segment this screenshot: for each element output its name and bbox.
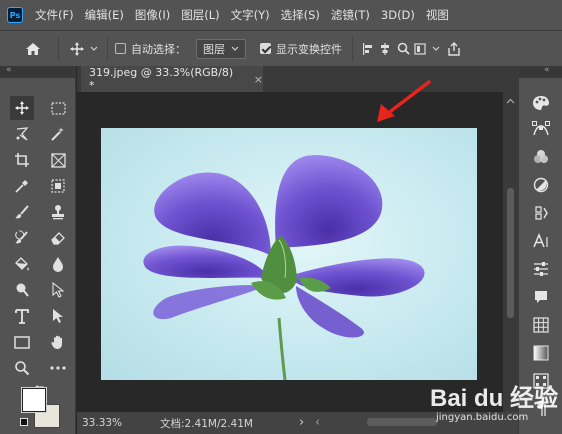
adjustments-icon[interactable] <box>529 174 553 196</box>
menu-3d[interactable]: 3D(D) <box>381 8 415 22</box>
menu-select[interactable]: 选择(S) <box>281 7 320 23</box>
chevron-down-icon[interactable] <box>428 38 444 60</box>
collapse-arrows-icon[interactable]: « <box>544 65 550 75</box>
hand-tool-icon[interactable] <box>46 330 70 354</box>
auto-select-target-dropdown[interactable]: 图层 <box>196 38 246 59</box>
rectangle-tool-icon[interactable] <box>10 330 34 354</box>
swatches-grid-icon[interactable] <box>529 314 553 336</box>
history-brush-tool-icon[interactable] <box>10 226 34 250</box>
dodge-tool-icon[interactable] <box>10 278 34 302</box>
curves-path-icon[interactable] <box>529 118 553 140</box>
chevron-down-icon <box>231 46 239 51</box>
options-bar: 自动选择： 图层 显示变换控件 <box>0 30 562 66</box>
flower-photo <box>101 128 477 380</box>
vertical-scroll-thumb[interactable] <box>507 188 514 318</box>
scroll-left-icon[interactable]: ‹ <box>315 415 320 430</box>
document-tab[interactable]: 319.jpeg @ 33.3%(RGB/8) * × <box>81 66 263 92</box>
character-icon[interactable] <box>529 230 553 252</box>
status-menu-arrow[interactable]: › <box>299 415 304 430</box>
auto-select-target-value: 图层 <box>203 42 225 56</box>
chevron-down-icon[interactable] <box>88 38 100 60</box>
lasso-tool-icon[interactable] <box>10 122 34 146</box>
auto-select-checkbox[interactable] <box>115 43 126 54</box>
close-tab-icon[interactable]: × <box>254 73 263 86</box>
share-icon[interactable] <box>444 38 464 60</box>
panel-collapse-strip[interactable]: « <box>518 65 562 78</box>
paint-bucket-tool-icon[interactable] <box>10 252 34 276</box>
menu-filter[interactable]: 滤镜(T) <box>331 7 370 23</box>
gradients-icon[interactable] <box>529 342 553 364</box>
toolbar-collapse-strip[interactable]: « <box>0 65 76 78</box>
stamp-tool-icon[interactable] <box>46 200 70 224</box>
menu-edit[interactable]: 编辑(E) <box>85 7 124 23</box>
menu-layer[interactable]: 图层(L) <box>181 7 219 23</box>
vertical-scrollbar[interactable] <box>503 92 518 412</box>
type-tool-icon[interactable] <box>10 304 34 328</box>
document-tab-title: 319.jpeg @ 33.3%(RGB/8) * <box>89 66 234 92</box>
zoom-tool-icon[interactable] <box>10 356 34 380</box>
more-tools-icon[interactable] <box>46 356 70 380</box>
path-selection-tool-icon[interactable] <box>46 278 70 302</box>
menu-image[interactable]: 图像(I) <box>135 7 170 23</box>
object-selection-tool-icon[interactable] <box>46 174 70 198</box>
move-tool-icon[interactable] <box>10 96 34 120</box>
blur-tool-icon[interactable] <box>46 252 70 276</box>
eyedropper-tool-icon[interactable] <box>10 174 34 198</box>
menu-view[interactable]: 视图 <box>426 7 449 23</box>
comments-icon[interactable] <box>529 286 553 308</box>
home-icon[interactable] <box>22 38 44 60</box>
auto-select-label: 自动选择： <box>131 42 186 56</box>
options-separator <box>107 36 108 61</box>
annotation-arrow <box>377 80 431 122</box>
zoom-level[interactable]: 33.33% <box>82 417 160 429</box>
options-separator <box>58 36 59 61</box>
marquee-tool-icon[interactable] <box>46 96 70 120</box>
move-tool-preset-icon[interactable] <box>66 38 88 60</box>
eraser-tool-icon[interactable] <box>46 226 70 250</box>
channels-icon[interactable] <box>529 146 553 168</box>
brush-tool-icon[interactable] <box>10 200 34 224</box>
frame-tool-icon[interactable] <box>46 148 70 172</box>
document-tab-bar: 319.jpeg @ 33.3%(RGB/8) * × <box>77 66 518 92</box>
color-palette-icon[interactable] <box>529 92 553 114</box>
scroll-up-icon <box>506 98 515 104</box>
foreground-color-swatch[interactable] <box>21 387 47 413</box>
menu-bar: Ps 文件(F) 编辑(E) 图像(I) 图层(L) 文字(Y) 选择(S) 滤… <box>0 0 562 30</box>
search-icon[interactable] <box>394 38 412 60</box>
show-transform-label: 显示变换控件 <box>276 42 342 56</box>
horizontal-scroll-thumb[interactable] <box>367 418 437 426</box>
canvas-area[interactable] <box>77 80 503 412</box>
menu-file[interactable]: 文件(F) <box>35 7 74 23</box>
watermark-logo: Bai du 经验 <box>430 385 559 412</box>
options-separator <box>352 36 353 61</box>
align-left-icon[interactable] <box>360 38 376 60</box>
photoshop-logo: Ps <box>7 7 23 23</box>
watermark-url: jingyan.baidu.com <box>436 412 529 423</box>
baidu-jingyan-watermark: Bai du 经验 jingyan.baidu.com <box>430 378 560 432</box>
show-transform-checkbox[interactable] <box>260 43 271 54</box>
align-center-icon[interactable] <box>376 38 394 60</box>
properties-sliders-icon[interactable] <box>529 258 553 280</box>
document-size-info: 文档:2.41M/2.41M <box>160 417 253 430</box>
crop-tool-icon[interactable] <box>10 148 34 172</box>
default-colors-icon[interactable] <box>20 418 28 426</box>
menu-type[interactable]: 文字(Y) <box>231 7 270 23</box>
styles-icon[interactable] <box>529 202 553 224</box>
magic-wand-tool-icon[interactable] <box>46 122 70 146</box>
workspace-frame-icon[interactable] <box>412 38 428 60</box>
direct-selection-tool-icon[interactable] <box>46 304 70 328</box>
collapse-arrows-icon[interactable]: « <box>6 65 12 75</box>
tools-panel <box>0 78 76 434</box>
